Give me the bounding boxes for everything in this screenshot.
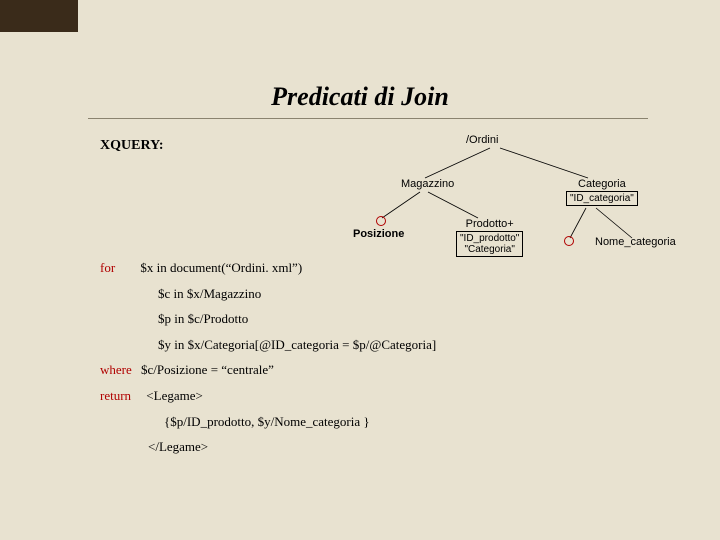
- for-x-text: $x in document(“Ordini. xml”): [118, 260, 302, 276]
- slide-title: Predicati di Join: [0, 82, 720, 112]
- tree-categoria-label: Categoria: [577, 178, 627, 190]
- tree-node-categoria: Categoria "ID_categoria": [566, 178, 638, 206]
- tree-leaf-circle-posizione: [376, 216, 386, 226]
- title-underline: [88, 118, 648, 119]
- tree-prodotto-label: Prodotto+: [465, 218, 515, 230]
- tree-node-posizione: Posizione: [352, 228, 405, 240]
- xquery-label: XQUERY:: [100, 138, 164, 154]
- query-for-y: $y in $x/Categoria[@ID_categoria = $p/@C…: [100, 337, 436, 353]
- corner-decoration: [0, 0, 78, 32]
- query-return-body: {$p/ID_prodotto, $y/Nome_categoria }: [100, 414, 436, 430]
- tree-root: /Ordini: [465, 134, 499, 146]
- query-return-open: return <Legame>: [100, 388, 436, 404]
- kw-where: where: [100, 362, 132, 377]
- tree-node-nome-categoria: Nome_categoria: [594, 236, 677, 248]
- tree-node-prodotto: Prodotto+ "ID_prodotto" "Categoria": [456, 218, 523, 257]
- tree-categoria-attr-box: "ID_categoria": [566, 191, 638, 206]
- slide: Predicati di Join XQUERY: /Ordini Magazz…: [0, 0, 720, 540]
- kw-for: for: [100, 260, 115, 275]
- query-for-p: $p in $c/Prodotto: [100, 311, 436, 327]
- tree-prodotto-attr-box: "ID_prodotto" "Categoria": [456, 231, 523, 257]
- query-return-close: </Legame>: [100, 439, 436, 455]
- where-text: $c/Posizione = “centrale”: [135, 362, 274, 377]
- tree-nome-categoria-label: Nome_categoria: [594, 236, 677, 248]
- tree-magazzino-label: Magazzino: [400, 178, 455, 190]
- tree-posizione-label: Posizione: [352, 228, 405, 240]
- kw-return: return: [100, 388, 131, 403]
- query-for-x: for $x in document(“Ordini. xml”): [100, 260, 436, 276]
- tree-node-magazzino: Magazzino: [400, 178, 455, 190]
- tree-root-label: /Ordini: [465, 134, 499, 146]
- query-for-c: $c in $x/Magazzino: [100, 286, 436, 302]
- return-open-tag: <Legame>: [134, 388, 203, 403]
- tree-leaf-circle-categoria: [564, 236, 574, 246]
- query-where: where $c/Posizione = “centrale”: [100, 362, 436, 378]
- xquery-block: for $x in document(“Ordini. xml”) $c in …: [100, 260, 436, 465]
